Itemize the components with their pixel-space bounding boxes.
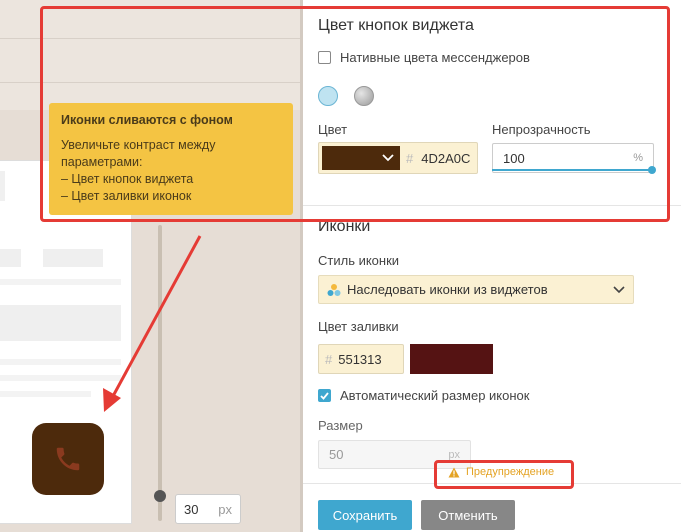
annotation-arrow [103, 235, 202, 412]
